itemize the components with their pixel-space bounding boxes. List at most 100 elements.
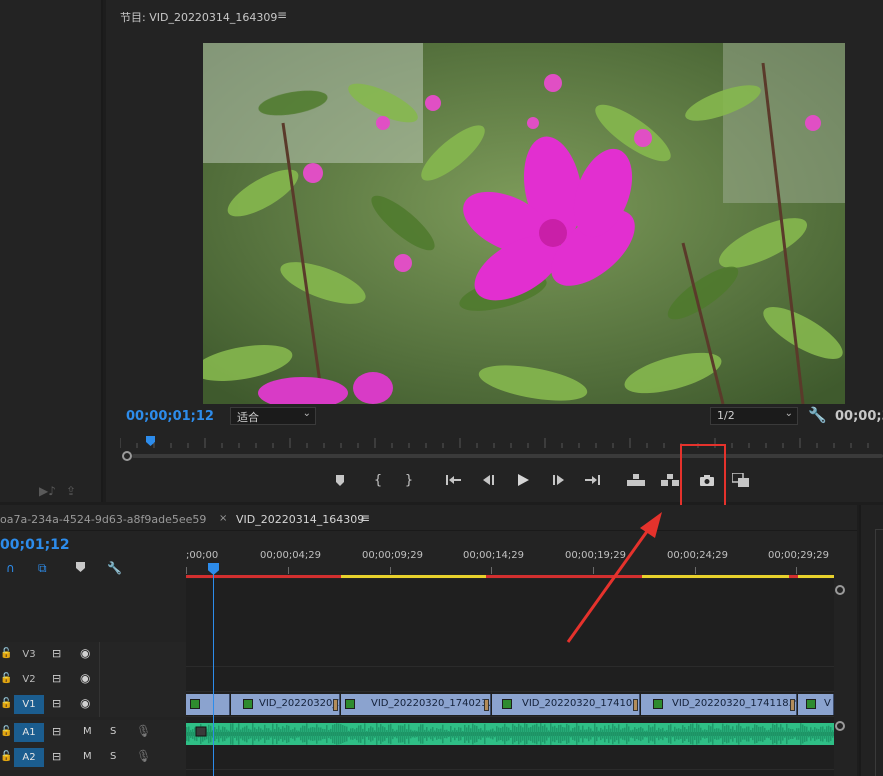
eye-icon[interactable]: ◉ — [80, 671, 90, 685]
waveform-bar — [576, 723, 578, 745]
waveform-bar — [242, 727, 244, 741]
go-to-out-icon[interactable] — [581, 466, 605, 494]
mark-in-icon[interactable]: { — [366, 466, 390, 494]
sync-lock-icon[interactable]: ⊟ — [52, 647, 61, 660]
waveform-bar — [352, 728, 354, 740]
waveform-bar — [792, 729, 794, 739]
waveform-bar — [264, 724, 266, 744]
video-preview — [203, 43, 845, 404]
waveform-bar — [484, 723, 486, 745]
track-header-a2: 🔓 A2 ⊟ M S 🎙 — [0, 745, 186, 770]
timeline-vertical-scrollbar[interactable] — [834, 579, 846, 776]
eye-icon[interactable]: ◉ — [80, 646, 90, 660]
mute-button[interactable]: M — [83, 751, 92, 762]
waveform-bar — [460, 727, 462, 741]
comparison-view-icon[interactable] — [729, 466, 753, 494]
scrollbar-handle-top[interactable] — [835, 585, 845, 595]
sync-lock-icon[interactable]: ⊟ — [52, 672, 61, 685]
waveform-bar — [424, 729, 426, 739]
export-icon[interactable]: ⇪ — [66, 484, 76, 498]
sync-lock-icon[interactable]: ⊟ — [52, 725, 61, 738]
microphone-icon[interactable]: 🎙 — [136, 749, 151, 763]
audio-note-icon[interactable]: ▶♪ — [39, 484, 56, 498]
monitor-time-ruler[interactable] — [120, 432, 883, 450]
playback-resolution-dropdown[interactable]: 1/2 ⌄ — [710, 407, 798, 425]
waveform-bar — [400, 725, 402, 743]
sync-lock-icon[interactable]: ⊟ — [52, 750, 61, 763]
scrollbar-handle-bottom[interactable] — [835, 721, 845, 731]
timeline-ruler[interactable]: ;00;00 00;00;04;29 00;00;09;29 00;00;14;… — [186, 545, 834, 577]
waveform-bar — [492, 728, 494, 740]
waveform-bar — [724, 726, 726, 742]
waveform-bar — [714, 728, 716, 740]
tab-close-icon[interactable]: × — [219, 513, 227, 524]
lock-icon[interactable]: 🔓 — [0, 673, 12, 684]
waveform-bar — [430, 728, 432, 740]
waveform-bar — [766, 730, 768, 738]
waveform-bar — [256, 729, 258, 739]
track-label-a1[interactable]: A1 — [14, 723, 44, 742]
snap-magnet-icon[interactable]: ∩ — [6, 561, 15, 575]
track-label-v1[interactable]: V1 — [14, 695, 44, 714]
waveform-bar — [712, 723, 714, 745]
microphone-icon[interactable]: 🎙 — [136, 724, 151, 738]
sync-lock-icon[interactable]: ⊟ — [52, 697, 61, 710]
lock-icon[interactable]: 🔓 — [0, 648, 12, 659]
video-clip[interactable] — [186, 694, 230, 715]
tab-sequence-inactive[interactable]: oa7a-234a-4524-9d63-a8f9ade5ee59 — [0, 513, 206, 526]
video-clip[interactable]: VID_20220320_1 — [231, 694, 340, 715]
waveform-bar — [380, 724, 382, 744]
track-label-v3[interactable]: V3 — [14, 645, 44, 664]
lock-icon[interactable]: 🔓 — [0, 751, 12, 762]
lock-icon[interactable]: 🔓 — [0, 726, 12, 737]
sequence-timecode[interactable]: 00;01;12 — [0, 537, 70, 553]
waveform-bar — [520, 725, 522, 743]
waveform-bar — [774, 724, 776, 744]
zoom-fit-dropdown[interactable]: 适合 ⌄ — [230, 407, 316, 425]
eye-icon[interactable]: ◉ — [80, 696, 90, 710]
mute-button[interactable]: M — [83, 726, 92, 737]
add-marker-icon[interactable] — [76, 561, 85, 575]
waveform-bar — [398, 725, 400, 743]
waveform-bar — [698, 724, 700, 744]
solo-button[interactable]: S — [110, 726, 116, 737]
video-clip[interactable]: VID_20220320_174103.mp — [492, 694, 640, 715]
track-label-a2[interactable]: A2 — [14, 748, 44, 767]
tab-sequence-active[interactable]: VID_20220314_164309 — [236, 513, 364, 526]
waveform-bar — [328, 729, 330, 739]
current-timecode[interactable]: 00;00;01;12 — [126, 409, 214, 424]
play-icon[interactable] — [511, 466, 535, 494]
extract-icon[interactable] — [658, 466, 682, 494]
waveform-bar — [762, 726, 764, 742]
solo-button[interactable]: S — [110, 751, 116, 762]
waveform-bar — [280, 729, 282, 739]
waveform-bar — [806, 726, 808, 742]
video-clip[interactable]: V — [798, 694, 834, 715]
zoom-scrollbar-handle[interactable] — [122, 451, 132, 461]
track-label-v2[interactable]: V2 — [14, 670, 44, 689]
step-back-icon[interactable] — [477, 466, 501, 494]
go-to-in-icon[interactable] — [442, 466, 466, 494]
waveform-bar — [360, 725, 362, 743]
waveform-bar — [778, 727, 780, 741]
hamburger-icon[interactable]: ≡ — [277, 8, 287, 22]
monitor-zoom-scrollbar[interactable] — [132, 454, 883, 458]
audio-clip[interactable] — [186, 723, 834, 745]
waveform-bar — [624, 727, 626, 741]
video-clip[interactable]: VID_20220320_174023.mp — [341, 694, 491, 715]
waveform-bar — [506, 726, 508, 742]
marker-icon[interactable] — [328, 466, 352, 494]
waveform-bar — [346, 726, 348, 742]
lift-icon[interactable] — [624, 466, 648, 494]
settings-wrench-icon[interactable]: 🔧 — [808, 406, 827, 424]
waveform-bar — [350, 728, 352, 740]
lock-icon[interactable]: 🔓 — [0, 698, 12, 709]
timeline-settings-wrench-icon[interactable]: 🔧 — [107, 561, 122, 575]
render-status-bar — [186, 575, 834, 578]
video-clip[interactable]: VID_20220320_174118.mp — [641, 694, 797, 715]
mark-out-icon[interactable]: } — [397, 466, 421, 494]
step-forward-icon[interactable] — [547, 466, 571, 494]
tab-menu-icon[interactable]: ≡ — [360, 511, 370, 525]
linked-selection-icon[interactable]: ⧉ — [38, 561, 47, 576]
waveform-bar — [614, 726, 616, 742]
